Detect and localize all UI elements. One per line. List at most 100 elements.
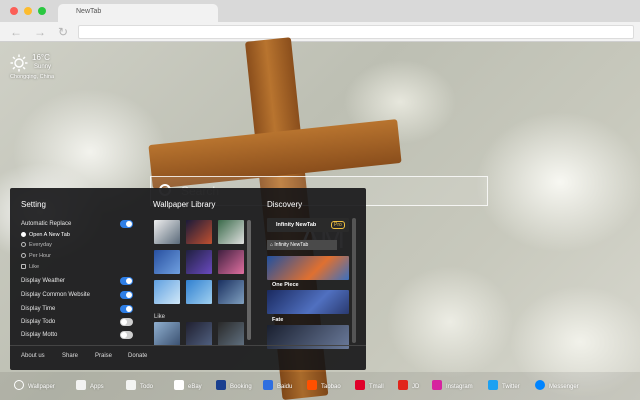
bottom-item-todo[interactable]: Todo: [126, 380, 153, 391]
bottom-item-messenger[interactable]: Messenger: [535, 380, 579, 391]
forward-arrow-icon[interactable]: →: [34, 25, 46, 39]
bottom-item-jd[interactable]: JD: [398, 380, 419, 391]
library-scrollbar[interactable]: [247, 220, 251, 340]
bottom-item-ebay[interactable]: eBay: [174, 380, 202, 391]
infinity-tooltip: ⌂ Infinity NewTab: [267, 240, 337, 250]
wallpaper-thumbnail[interactable]: [218, 250, 244, 274]
bottom-item-twitter[interactable]: Twitter: [488, 380, 520, 391]
bottom-item-label: Apps: [90, 384, 104, 390]
weather-condition: Sunny: [34, 64, 52, 70]
taobao-icon: [307, 380, 317, 390]
radio-per-hour[interactable]: Per Hour: [21, 253, 51, 259]
todo-check-icon: [126, 380, 136, 390]
radio-everyday[interactable]: Everyday: [21, 242, 52, 248]
donate-link[interactable]: Donate: [128, 353, 147, 359]
minimize-window-button[interactable]: [24, 7, 32, 15]
display-time-label: Display Time: [21, 306, 56, 312]
bottom-item-wallpaper[interactable]: Wallpaper: [14, 380, 55, 391]
share-link[interactable]: Share: [62, 353, 78, 359]
radio-dot: [21, 253, 26, 258]
bottom-item-instagram[interactable]: Instagram: [432, 380, 473, 391]
weather-widget[interactable]: 16°C Sunny Chongqing, China: [10, 52, 90, 84]
baidu-icon: [263, 380, 273, 390]
reload-icon[interactable]: ↻: [58, 25, 68, 39]
bottom-item-label: Baidu: [277, 384, 293, 390]
display-time-toggle[interactable]: [120, 305, 133, 313]
discovery-header-card[interactable]: Infinity NewTab Pro: [267, 218, 349, 232]
bottom-quick-bar: Wallpaper Apps Todo eBay Booking Baidu T…: [0, 372, 640, 400]
panel-divider: [10, 345, 366, 346]
setting-title: Setting: [21, 200, 46, 209]
radio-dot: [21, 264, 26, 269]
discovery-card-one-piece[interactable]: [267, 256, 349, 280]
settings-panel: Setting Automatic Replace Open A New Tab…: [10, 188, 366, 370]
discovery-header-label: Infinity NewTab: [276, 222, 317, 228]
weather-temperature: 16°C: [32, 53, 50, 62]
bottom-item-baidu[interactable]: Baidu: [263, 380, 292, 391]
radio-dot: [21, 242, 26, 247]
bottom-item-tmall[interactable]: Tmall: [355, 380, 384, 391]
bottom-item-label: Twitter: [502, 384, 520, 390]
messenger-icon: [535, 380, 545, 390]
browser-tab[interactable]: NewTab: [58, 4, 218, 22]
close-window-button[interactable]: [10, 7, 18, 15]
automatic-replace-label: Automatic Replace: [21, 221, 72, 227]
browser-titlebar: NewTab: [0, 0, 640, 22]
wallpaper-thumbnail[interactable]: [154, 280, 180, 304]
praise-link[interactable]: Praise: [95, 353, 112, 359]
wallpaper-thumbnail[interactable]: [154, 322, 180, 346]
wallpaper-thumbnail[interactable]: [154, 220, 180, 244]
radio-label: Open A New Tab: [29, 232, 70, 238]
wallpaper-thumbnail[interactable]: [186, 220, 212, 244]
wallpaper-library-title: Wallpaper Library: [153, 200, 216, 209]
sun-icon: [10, 54, 28, 72]
tooltip-label: Infinity NewTab: [274, 242, 309, 248]
like-section-label: Like: [154, 314, 166, 320]
bottom-item-label: JD: [412, 384, 420, 390]
pro-badge: Pro: [331, 221, 345, 229]
tmall-icon: [355, 380, 365, 390]
display-todo-label: Display Todo: [21, 319, 56, 325]
maximize-window-button[interactable]: [38, 7, 46, 15]
discovery-card-label: Fate: [272, 317, 284, 323]
wallpaper-thumbnail[interactable]: [186, 280, 212, 304]
discovery-scrollbar[interactable]: [352, 218, 356, 343]
automatic-replace-toggle[interactable]: [120, 220, 133, 228]
jd-icon: [398, 380, 408, 390]
wallpaper-thumbnail[interactable]: [218, 322, 244, 346]
display-common-website-label: Display Common Website: [21, 292, 90, 298]
radio-label: Per Hour: [29, 253, 52, 259]
about-us-link[interactable]: About us: [21, 353, 45, 359]
bottom-item-label: eBay: [188, 384, 202, 390]
bottom-item-taobao[interactable]: Taobao: [307, 380, 341, 391]
radio-open-new-tab[interactable]: Open A New Tab: [21, 232, 70, 238]
gear-icon: [14, 380, 24, 390]
bottom-item-label: Booking: [230, 384, 252, 390]
discovery-card-fate[interactable]: [267, 290, 349, 314]
instagram-icon: [432, 380, 442, 390]
bottom-item-label: Wallpaper: [28, 384, 55, 390]
display-todo-toggle[interactable]: [120, 318, 133, 326]
wallpaper-thumbnail[interactable]: [186, 250, 212, 274]
wallpaper-thumbnail[interactable]: [154, 250, 180, 274]
bottom-item-label: Instagram: [446, 384, 473, 390]
wallpaper-thumbnail[interactable]: [218, 280, 244, 304]
wallpaper-thumbnail[interactable]: [218, 220, 244, 244]
booking-icon: [216, 380, 226, 390]
back-arrow-icon[interactable]: ←: [10, 25, 22, 39]
display-weather-toggle[interactable]: [120, 277, 133, 285]
address-bar[interactable]: [78, 25, 634, 39]
display-motto-toggle[interactable]: [120, 331, 133, 339]
bottom-item-label: Messenger: [549, 384, 579, 390]
weather-location: Chongqing, China: [10, 74, 55, 80]
radio-label: Like: [29, 264, 40, 270]
bottom-item-label: Tmall: [369, 384, 384, 390]
bottom-item-booking[interactable]: Booking: [216, 380, 252, 391]
radio-like[interactable]: Like: [21, 264, 39, 270]
tab-title: NewTab: [76, 8, 102, 15]
display-common-website-toggle[interactable]: [120, 291, 133, 299]
display-weather-label: Display Weather: [21, 278, 65, 284]
wallpaper-thumbnail[interactable]: [186, 322, 212, 346]
bottom-item-apps[interactable]: Apps: [76, 380, 104, 391]
display-motto-label: Display Motto: [21, 332, 58, 338]
